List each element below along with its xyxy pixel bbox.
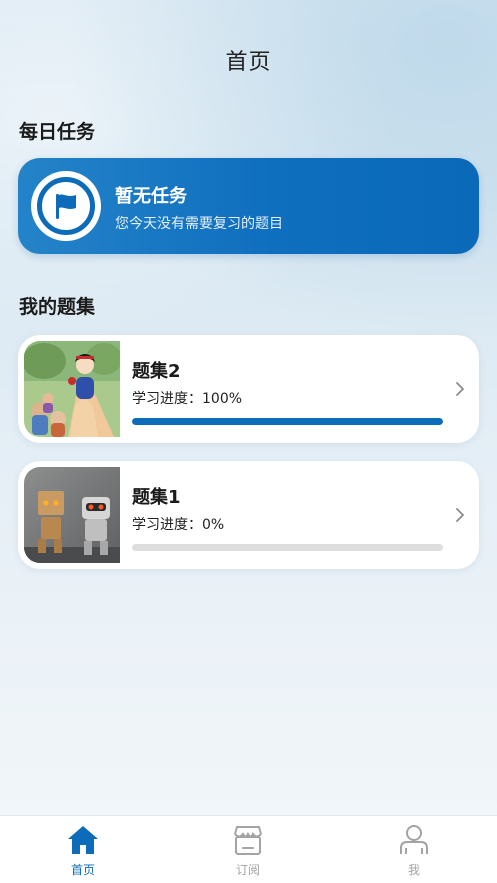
task-icon-badge [31,171,101,241]
tab-home[interactable]: 首页 [23,816,143,883]
tab-label: 我 [407,863,420,877]
chevron-right-icon [456,508,464,522]
task-title: 暂无任务 [115,186,187,207]
flag-icon [56,194,76,219]
daily-task-heading: 每日任务 [19,121,96,143]
set-progress-label: 学习进度：0% [132,517,225,533]
set-name: 题集2 [132,361,181,382]
person-icon [400,825,428,854]
progress-bar-fill [132,418,443,425]
set-thumbnail [24,467,120,563]
chevron-right-icon [456,382,464,396]
snow-white-illustration [24,341,120,437]
cardboard-robot-photo [24,467,120,563]
set-progress-label: 学习进度：100% [132,391,243,407]
task-subtitle: 您今天没有需要复习的题目 [115,216,283,232]
my-sets-heading: 我的题集 [19,296,96,318]
question-set-card[interactable]: 题集2 学习进度：100% [18,335,479,443]
set-thumbnail [24,341,120,437]
page-title: 首页 [225,50,272,75]
bottom-tab-bar: 首页 订阅 我 [0,815,497,883]
tab-me[interactable]: 我 [354,816,474,883]
store-icon [234,826,262,855]
question-set-card[interactable]: 题集1 学习进度：0% [18,461,479,569]
tab-subscribe[interactable]: 订阅 [188,816,308,883]
set-name: 题集1 [132,487,181,508]
progress-bar [132,544,443,551]
daily-task-card[interactable]: 暂无任务 您今天没有需要复习的题目 [18,158,479,254]
tab-label: 首页 [70,863,95,877]
progress-bar [132,418,443,425]
tab-label: 订阅 [235,863,260,877]
home-icon [68,826,98,854]
